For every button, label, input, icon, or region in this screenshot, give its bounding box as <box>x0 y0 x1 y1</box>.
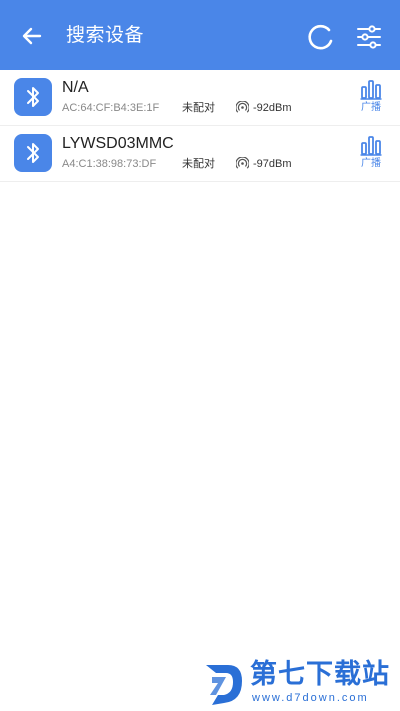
arrow-left-icon <box>22 27 42 45</box>
app-root: 搜索设备 N/A AC:64:CF:B4:3E:1F 未配对 -92dBm 广播… <box>0 0 400 711</box>
back-button[interactable] <box>16 20 48 52</box>
device-name: LYWSD03MMC <box>62 135 174 152</box>
watermark-url: www.d7down.com <box>252 692 369 704</box>
bluetooth-icon <box>27 87 39 107</box>
broadcast-button[interactable]: 广播 <box>352 78 390 120</box>
signal-icon <box>236 157 249 169</box>
pair-status: 未配对 <box>182 101 215 114</box>
signal-icon <box>236 101 249 113</box>
device-rssi: -92dBm <box>253 102 292 114</box>
watermark-title: 第七下载站 <box>250 659 390 690</box>
bluetooth-badge <box>14 134 52 172</box>
refresh-button[interactable] <box>304 20 338 54</box>
top-app-bar: 搜索设备 <box>0 0 400 70</box>
device-mac: A4:C1:38:98:73:DF <box>62 158 157 170</box>
device-name: N/A <box>62 79 89 96</box>
refresh-icon <box>308 24 333 50</box>
page-title: 搜索设备 <box>66 24 145 46</box>
broadcast-label: 广播 <box>361 102 381 113</box>
bar-chart-icon <box>360 136 382 156</box>
bluetooth-badge <box>14 78 52 116</box>
device-row[interactable]: LYWSD03MMC A4:C1:38:98:73:DF 未配对 -97dBm <box>0 126 400 182</box>
broadcast-button[interactable]: 广播 <box>352 134 390 176</box>
watermark-logo: 第七下载站 www.d7down.com <box>202 659 398 709</box>
filter-button[interactable] <box>352 20 386 54</box>
device-mac: AC:64:CF:B4:3E:1F <box>62 102 160 114</box>
bluetooth-icon <box>27 143 39 163</box>
device-row[interactable]: N/A AC:64:CF:B4:3E:1F 未配对 -92dBm 广播 <box>0 70 400 126</box>
d7-logo-icon <box>206 665 242 705</box>
device-rssi: -97dBm <box>253 158 292 170</box>
broadcast-label: 广播 <box>361 158 381 169</box>
pair-status: 未配对 <box>182 157 215 170</box>
bar-chart-icon <box>360 80 382 100</box>
device-list: N/A AC:64:CF:B4:3E:1F 未配对 -92dBm 广播 LYWS… <box>0 70 400 182</box>
sliders-icon <box>357 25 381 49</box>
